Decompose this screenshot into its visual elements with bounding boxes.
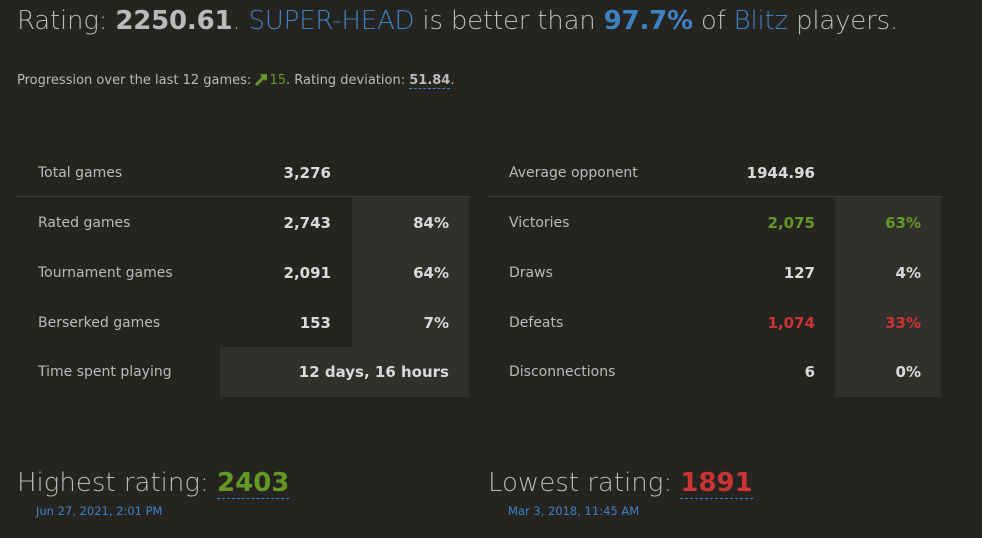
rating-separator: .: [232, 6, 249, 36]
row-label: Tournament games: [38, 265, 173, 281]
username-link[interactable]: SUPER-HEAD: [249, 6, 415, 36]
row-label: Disconnections: [509, 364, 616, 380]
row-label: Total games: [38, 165, 123, 181]
row-percent: 4%: [895, 264, 921, 282]
table-row-time-spent: Time spent playing 12 days, 16 hours: [17, 347, 469, 397]
highest-rating-date-link[interactable]: Jun 27, 2021, 2:01 PM: [36, 504, 162, 518]
progression-value: 15: [255, 73, 286, 88]
rating-prefix: Rating:: [17, 6, 116, 36]
rating-value: 2250.61: [115, 6, 233, 36]
table-row-tournament-games: Tournament games 2,091 64%: [17, 248, 469, 298]
table-row-defeats: Defeats 1,074 33%: [488, 298, 941, 348]
row-percent: 33%: [885, 314, 921, 332]
progression-number: 15: [269, 73, 286, 88]
draws-link[interactable]: 127: [784, 264, 815, 282]
row-value: 2,743: [283, 214, 331, 232]
row-label: Berserked games: [38, 315, 161, 331]
lowest-rating-date-link[interactable]: Mar 3, 2018, 11:45 AM: [508, 504, 639, 518]
row-value: 153: [299, 314, 331, 332]
row-label: Average opponent: [509, 165, 638, 181]
table-row-victories: Victories 2,075 63%: [488, 198, 941, 248]
row-label: Victories: [509, 215, 570, 231]
deviation-label: . Rating deviation:: [285, 73, 410, 88]
lowest-rating-label: Lowest rating:: [488, 468, 681, 498]
row-value: 2,091: [283, 264, 331, 282]
row-label: Defeats: [509, 315, 564, 331]
arrow-up-right-icon: [255, 74, 268, 86]
deviation-end: .: [450, 73, 455, 88]
row-percent: 64%: [413, 264, 449, 282]
table-row-disconnections: Disconnections 6 0%: [488, 347, 941, 397]
variant-link[interactable]: Blitz: [734, 6, 789, 36]
lowest-rating-value[interactable]: 1891: [680, 468, 753, 499]
rating-deviation-value[interactable]: 51.84: [409, 73, 451, 89]
highest-rating-label: Highest rating:: [17, 468, 218, 498]
row-percent: 63%: [885, 214, 921, 232]
headline-of-text: of: [692, 6, 734, 36]
highest-rating-value[interactable]: 2403: [217, 468, 290, 499]
table-row-average-opponent: Average opponent 1944.96: [488, 148, 941, 198]
rating-headline: Rating: 2250.61. SUPER-HEAD is better th…: [17, 6, 898, 36]
progression-label: Progression over the last 12 games:: [17, 73, 256, 88]
percentile-link[interactable]: 97.7%: [604, 6, 693, 36]
row-value: 3,276: [283, 164, 331, 182]
headline-suffix: players.: [787, 6, 898, 36]
progression-line: Progression over the last 12 games: 15. …: [17, 72, 455, 89]
row-percent: 0%: [895, 363, 921, 381]
row-label: Draws: [509, 265, 553, 281]
table-row-berserked-games: Berserked games 153 7%: [17, 298, 469, 348]
highest-rating: Highest rating: 2403: [17, 468, 290, 499]
table-row-total-games: Total games 3,276: [17, 148, 469, 198]
row-value: 1944.96: [746, 164, 815, 182]
game-counts-table: Total games 3,276 Rated games 2,743 84% …: [17, 148, 469, 398]
headline-middle-text: is better than: [414, 6, 604, 36]
time-spent-value: 12 days, 16 hours: [298, 363, 449, 381]
row-value: 6: [804, 363, 815, 381]
results-table: Average opponent 1944.96 Victories 2,075…: [488, 148, 941, 398]
row-percent: 84%: [413, 214, 449, 232]
row-label: Rated games: [38, 215, 131, 231]
victories-link[interactable]: 2,075: [768, 214, 815, 232]
defeats-link[interactable]: 1,074: [768, 314, 815, 332]
row-label: Time spent playing: [38, 364, 172, 380]
table-row-draws: Draws 127 4%: [488, 248, 941, 298]
row-percent: 7%: [423, 314, 449, 332]
table-row-rated-games: Rated games 2,743 84%: [17, 198, 469, 248]
lowest-rating: Lowest rating: 1891: [488, 468, 753, 499]
